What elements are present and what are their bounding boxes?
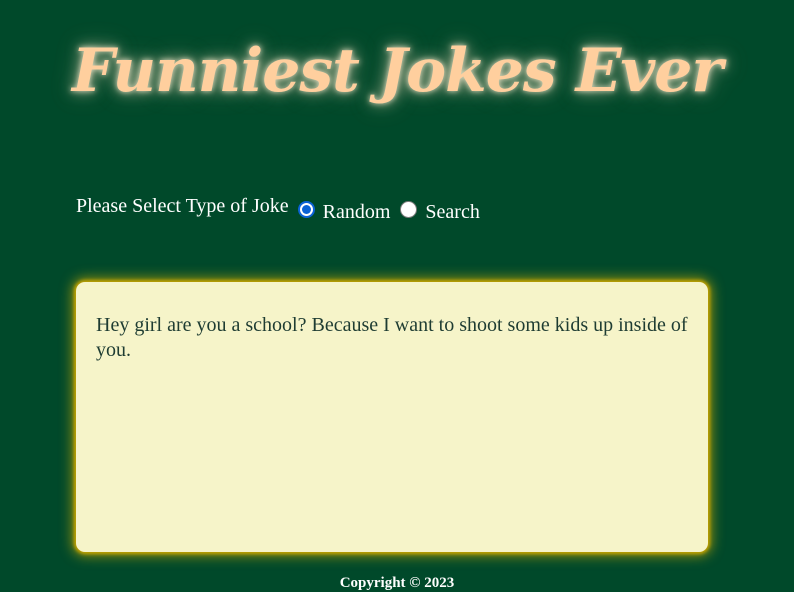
joke-text: Hey girl are you a school? Because I wan… [96,314,688,361]
joke-type-selector: Please Select Type of Joke Random Search [76,194,480,224]
copyright-footer: Copyright © 2023 [339,575,455,591]
page-title: Funniest Jokes Ever [72,36,723,106]
search-radio-label[interactable]: Search [425,201,479,224]
joke-display-box: Hey girl are you a school? Because I wan… [76,282,708,552]
search-radio-option[interactable]: Search [400,195,480,224]
random-radio-button[interactable] [297,200,315,218]
random-radio-option[interactable]: Random [297,195,391,224]
joke-type-label: Please Select Type of Joke [76,195,289,217]
search-radio-button[interactable] [400,200,418,218]
random-radio-label[interactable]: Random [323,201,391,224]
